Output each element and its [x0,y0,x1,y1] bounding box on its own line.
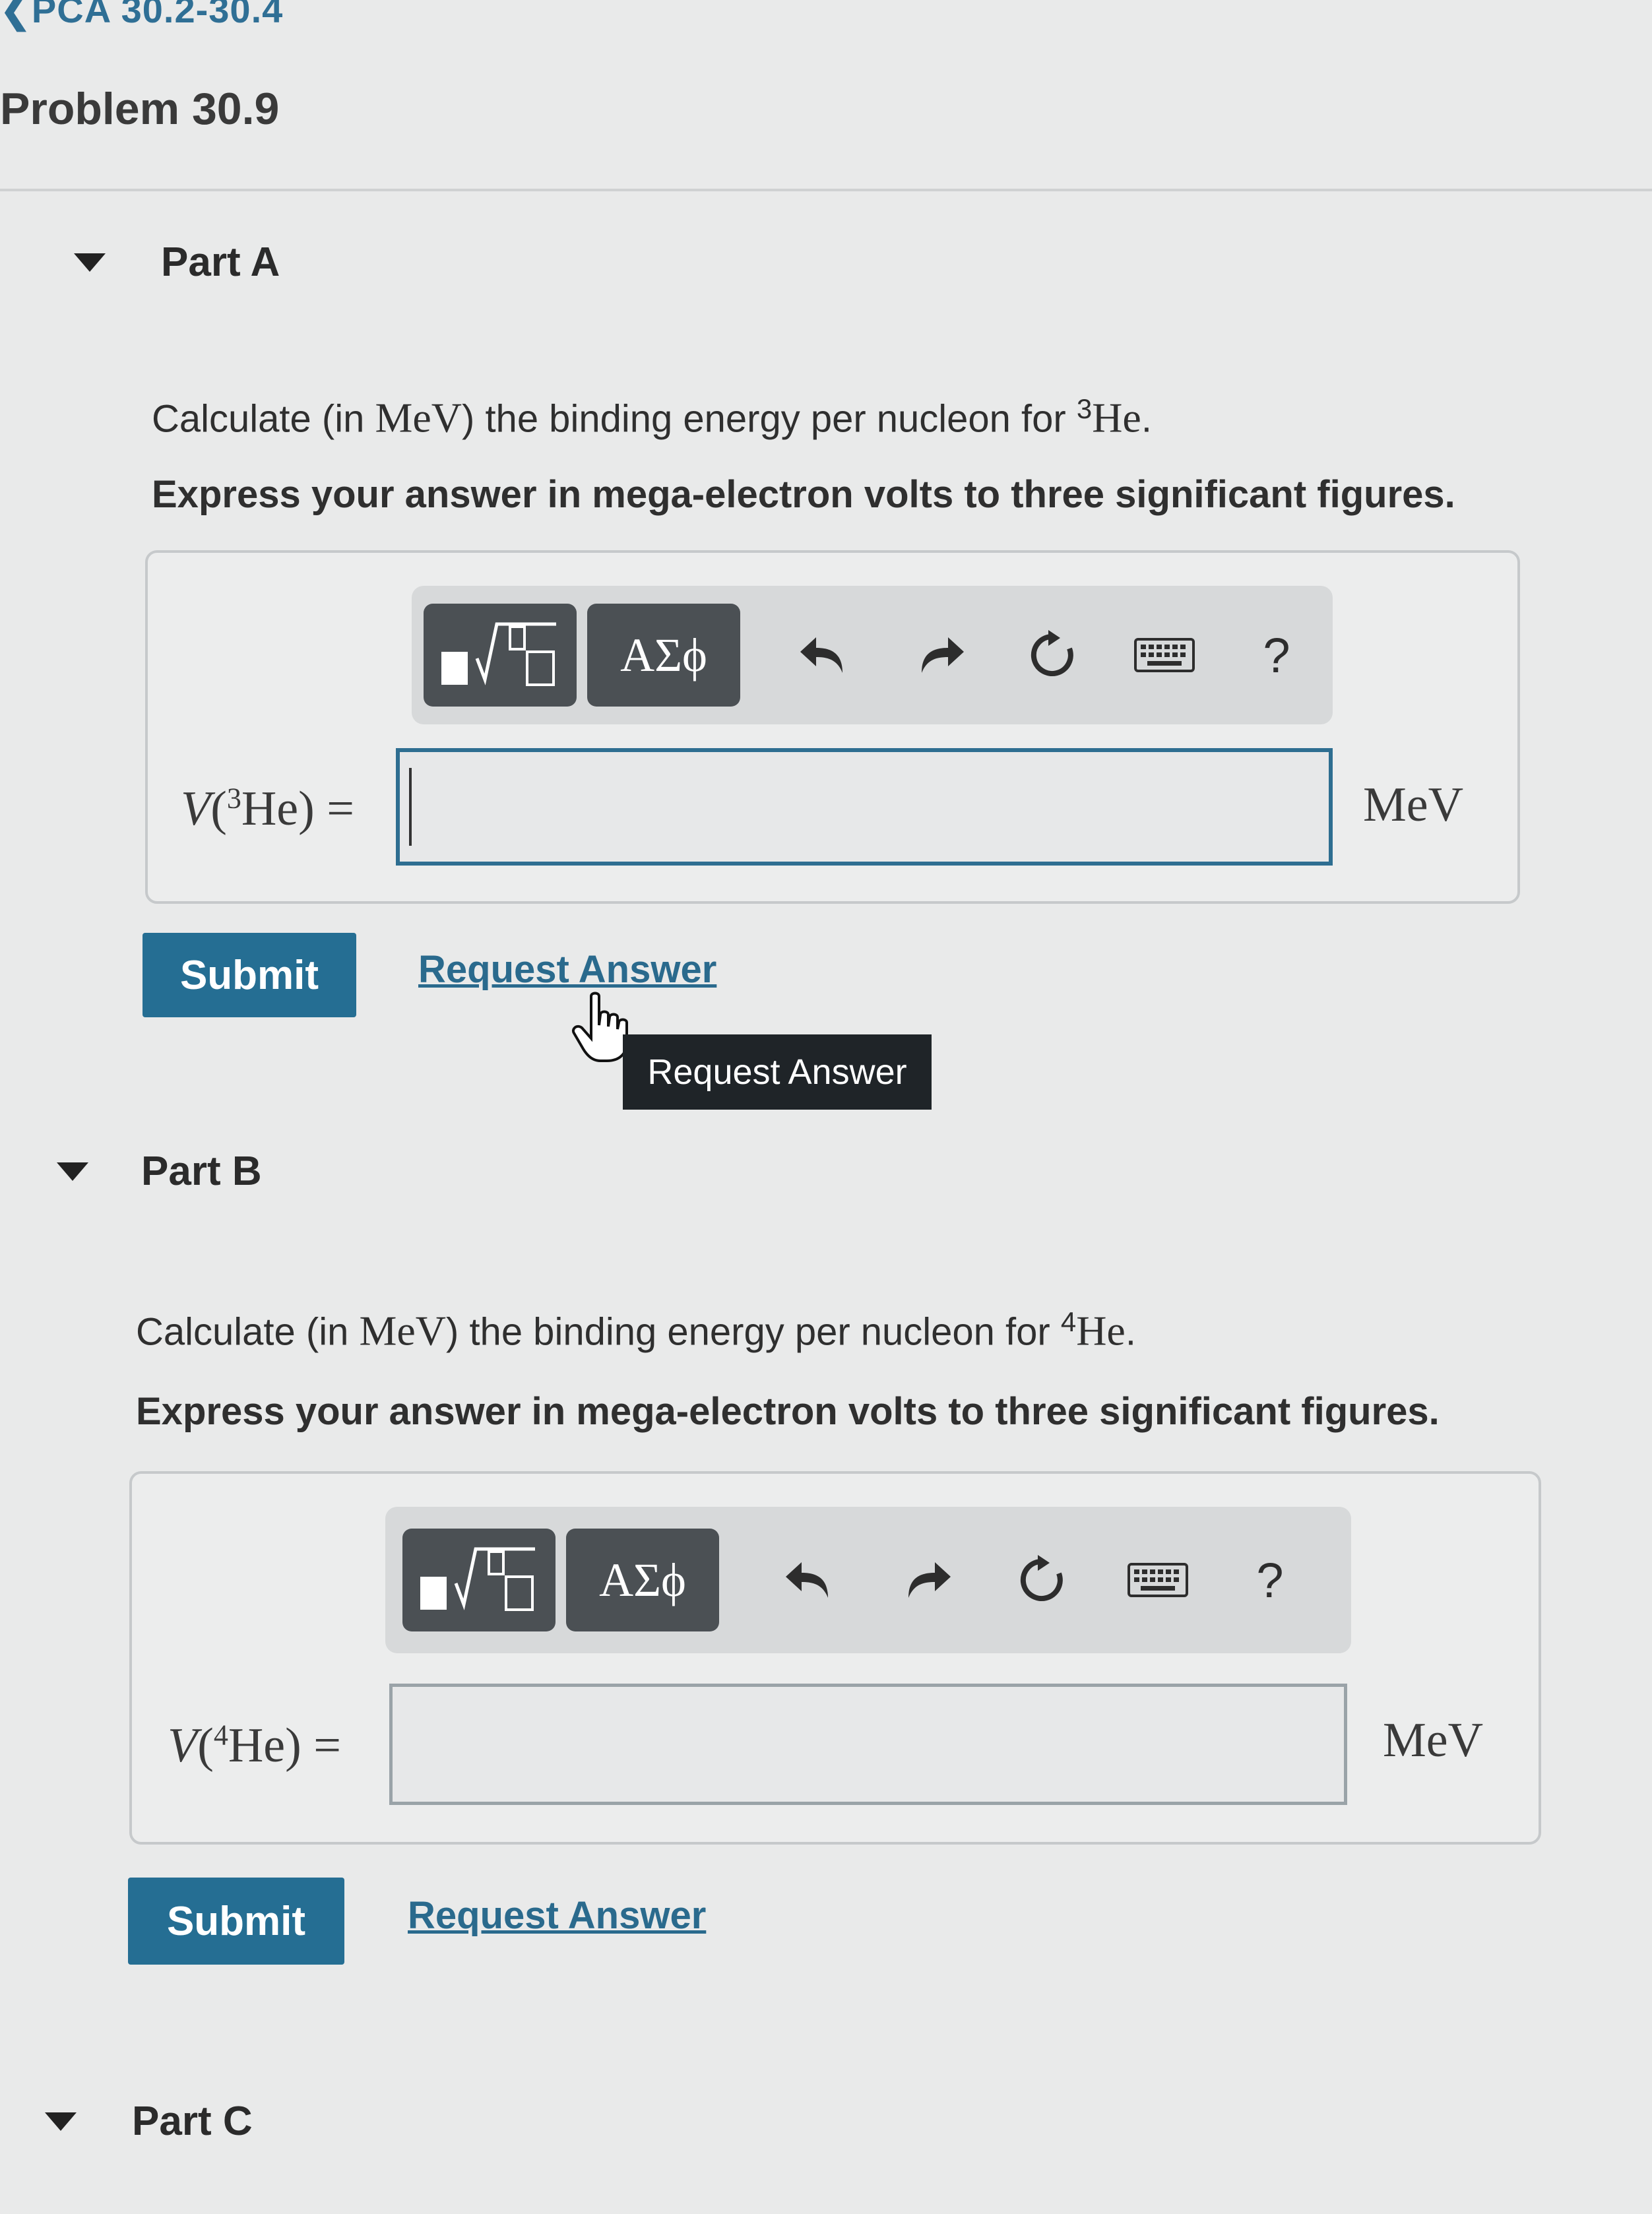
collapse-triangle-icon[interactable] [45,2112,77,2131]
part-b-submit-button[interactable]: Submit [128,1878,344,1965]
math-toolbar: ΑΣϕ ? [385,1507,1351,1653]
collapse-triangle-icon[interactable] [57,1162,88,1181]
part-b-answer-input[interactable] [389,1684,1347,1805]
part-a-label: Part A [161,239,280,285]
help-button[interactable]: ? [1227,1537,1313,1623]
part-c-label: Part C [132,2099,253,2144]
part-b-unit: MeV [1383,1713,1484,1767]
breadcrumb-back-link[interactable]: ❮PCA 30.2-30.4 [0,0,283,32]
question-text: Calculate (in [136,1310,360,1354]
keyboard-icon[interactable] [1115,1537,1201,1623]
part-a-header[interactable]: Part A [74,239,280,286]
templates-button[interactable] [402,1529,556,1631]
variable-mass: 4 [213,1719,228,1752]
reset-icon[interactable] [999,1537,1085,1623]
request-answer-tooltip: Request Answer [623,1034,932,1110]
symbols-button[interactable]: ΑΣϕ [587,604,740,707]
text-caret [409,768,412,846]
keyboard-icon[interactable] [1122,612,1207,698]
part-b-variable-label: V(4He) = [168,1719,342,1773]
part-a-answer-input[interactable] [396,748,1333,866]
undo-icon[interactable] [780,612,866,698]
part-b-request-answer-link[interactable]: Request Answer [408,1893,706,1938]
variable-element: He [241,782,299,836]
problem-title: Problem 30.9 [0,84,280,134]
part-a-question: Calculate (in MeV) the binding energy pe… [152,393,1152,442]
question-unit: MeV [375,394,462,441]
collapse-triangle-icon[interactable] [74,253,106,272]
variable-symbol: V [181,782,211,836]
templates-icon [420,1547,535,1611]
part-a-request-answer-link[interactable]: Request Answer [418,947,716,992]
variable-suffix: ) = [285,1719,342,1773]
question-text: ) the binding energy per nucleon for [462,397,1077,441]
part-b-header[interactable]: Part B [57,1148,262,1195]
part-a-answer-panel: ΑΣϕ ? V(3He) = MeV [145,550,1520,904]
part-a-variable-label: V(3He) = [181,782,355,836]
redo-icon[interactable] [899,612,984,698]
variable-element: He [228,1719,286,1773]
question-text: Calculate (in [152,397,375,441]
reset-icon[interactable] [1009,612,1095,698]
isotope-symbol: He [1092,394,1141,441]
question-text: . [1141,397,1152,441]
part-a-submit-button[interactable]: Submit [143,933,356,1017]
part-c-header[interactable]: Part C [45,2098,253,2145]
part-a-instruction: Express your answer in mega-electron vol… [152,473,1455,516]
variable-suffix: ) = [298,782,355,836]
symbols-button[interactable]: ΑΣϕ [566,1529,719,1631]
question-text: ) the binding energy per nucleon for [446,1310,1061,1354]
part-b-question: Calculate (in MeV) the binding energy pe… [136,1306,1136,1355]
question-unit: MeV [359,1307,447,1354]
part-b-instruction: Express your answer in mega-electron vol… [136,1390,1440,1433]
variable-symbol: V [168,1719,198,1773]
isotope-symbol: He [1076,1307,1126,1354]
question-text: . [1125,1310,1136,1354]
part-a-unit: MeV [1363,778,1464,832]
isotope-mass: 3 [1076,393,1093,424]
undo-icon[interactable] [765,1537,851,1623]
templates-icon [441,622,556,686]
header-divider [0,189,1652,191]
isotope-mass: 4 [1060,1306,1077,1337]
templates-button[interactable] [424,604,577,707]
help-button[interactable]: ? [1234,612,1319,698]
part-b-answer-panel: ΑΣϕ ? V(4He) = MeV [129,1471,1541,1845]
variable-mass: 3 [226,782,241,815]
math-toolbar: ΑΣϕ ? [412,586,1333,724]
redo-icon[interactable] [885,1537,971,1623]
part-b-label: Part B [141,1149,262,1194]
